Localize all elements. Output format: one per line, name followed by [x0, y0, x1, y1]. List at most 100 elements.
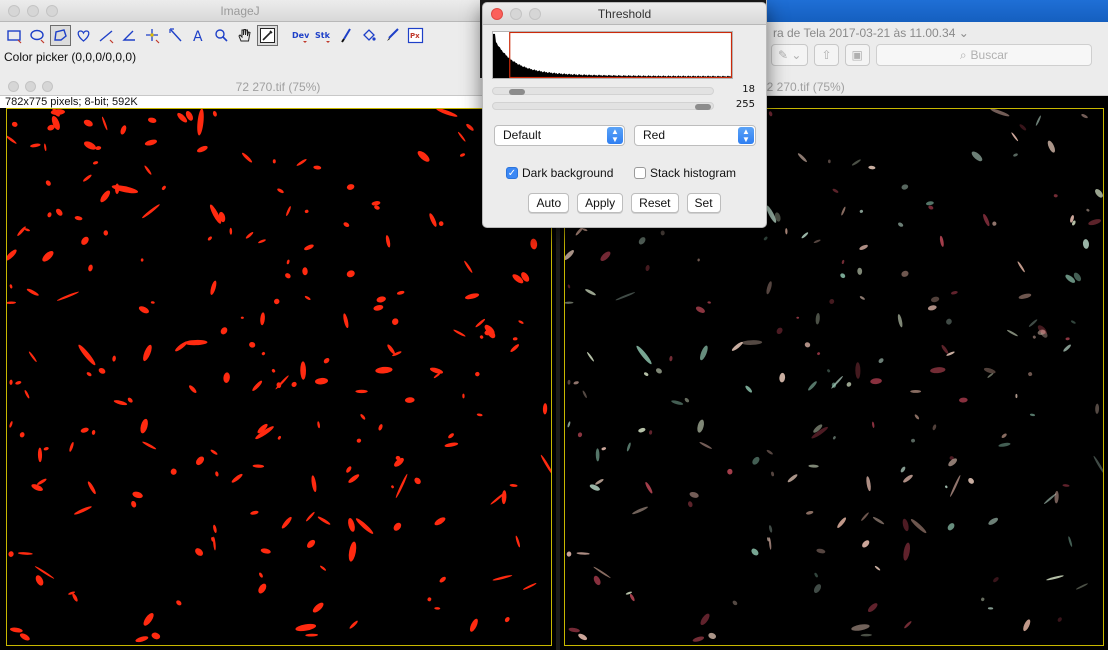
- thresholded-particle: [215, 471, 219, 477]
- share-button[interactable]: ⇧: [814, 44, 839, 66]
- thresholded-particle: [396, 290, 405, 295]
- dark-background-option[interactable]: ✓ Dark background: [506, 166, 613, 180]
- left-image-titlebar[interactable]: 72 270.tif (75%): [0, 78, 556, 96]
- rectangle-tool-icon[interactable]: [4, 25, 25, 46]
- thresholded-particle: [464, 260, 473, 273]
- color-picker-tool-icon[interactable]: [257, 24, 278, 46]
- oval-tool-icon[interactable]: [27, 25, 48, 46]
- set-button[interactable]: Set: [686, 193, 721, 213]
- fluorescent-particle: [817, 352, 821, 356]
- thresholded-particle: [213, 524, 217, 533]
- thresholded-particle: [313, 165, 322, 170]
- dark-background-checkbox[interactable]: ✓: [506, 167, 518, 179]
- toolbox-button[interactable]: ▣: [844, 44, 870, 66]
- flood-fill-tool-icon[interactable]: [359, 25, 380, 46]
- fluorescent-particle: [900, 466, 906, 473]
- text-tool-icon[interactable]: A: [188, 25, 209, 46]
- imagej-titlebar[interactable]: ImageJ: [0, 0, 480, 22]
- fluorescent-particle: [1018, 293, 1032, 299]
- thresholded-particle: [392, 318, 399, 325]
- thresholded-particle: [103, 230, 109, 236]
- thresholded-particle: [349, 620, 358, 629]
- point-tool-icon[interactable]: [142, 25, 163, 46]
- hand-tool-icon[interactable]: [234, 25, 255, 46]
- fluorescent-particle: [700, 613, 710, 626]
- thresholded-particle: [286, 259, 290, 265]
- max-threshold-slider[interactable]: 255: [492, 99, 755, 113]
- search-input[interactable]: ⌕ Buscar: [875, 44, 1092, 66]
- thresholded-particle: [395, 473, 408, 499]
- display-select[interactable]: Red ▲ ▼: [634, 125, 756, 146]
- thresholded-particle: [429, 367, 444, 374]
- freehand-tool-icon[interactable]: [73, 25, 94, 46]
- thresholded-particle: [9, 379, 13, 385]
- thresholded-particle: [258, 239, 266, 244]
- thresholded-particle: [84, 141, 96, 150]
- stack-menu-icon[interactable]: Stk: [313, 25, 334, 46]
- preview-toolbar: ✎ ⌄ ⇧ ▣ ⌕ Buscar: [771, 44, 1092, 66]
- min-slider-thumb[interactable]: [509, 89, 526, 95]
- max-threshold-value: 255: [735, 99, 755, 110]
- thresholded-particle: [9, 284, 13, 289]
- min-threshold-slider[interactable]: 18: [492, 84, 755, 98]
- thresholded-particle: [7, 135, 17, 144]
- apply-button[interactable]: Apply: [577, 193, 624, 213]
- auto-button[interactable]: Auto: [528, 193, 570, 213]
- method-select[interactable]: Default ▲ ▼: [494, 125, 625, 146]
- brush-tool-icon[interactable]: [336, 25, 357, 46]
- fluorescent-particle: [582, 390, 587, 399]
- fluorescent-particle: [1001, 433, 1007, 439]
- pencil-tool-icon[interactable]: [382, 25, 403, 46]
- fluorescent-particle: [1029, 413, 1036, 417]
- fluorescent-particle: [968, 477, 974, 484]
- threshold-titlebar[interactable]: Threshold: [483, 3, 766, 25]
- thresholded-particle: [453, 329, 466, 337]
- thresholded-image-canvas[interactable]: [6, 108, 552, 646]
- pixel-inspector-icon[interactable]: Px: [405, 25, 426, 46]
- min-slider-track[interactable]: [492, 87, 714, 95]
- thresholded-particle: [80, 427, 89, 433]
- developer-menu-icon[interactable]: Dev: [290, 25, 311, 46]
- wand-tool-icon[interactable]: [165, 25, 186, 46]
- fluorescent-particle: [601, 447, 607, 451]
- max-slider-track[interactable]: [492, 102, 714, 110]
- stack-histogram-checkbox[interactable]: [634, 167, 646, 179]
- thresholded-particle: [429, 213, 437, 227]
- fluorescent-particle: [779, 372, 786, 383]
- line-tool-icon[interactable]: [96, 25, 117, 46]
- thresholded-particle: [504, 617, 510, 623]
- max-slider-thumb[interactable]: [695, 104, 711, 110]
- angle-tool-icon[interactable]: [119, 25, 140, 46]
- thresholded-particle: [348, 474, 360, 483]
- select-arrows-icon: ▲ ▼: [607, 127, 623, 144]
- status-text: Color picker (0,0,0/0,0,0): [4, 50, 137, 64]
- magnifier-tool-icon[interactable]: [211, 25, 232, 46]
- preview-titlebar[interactable]: [767, 0, 1108, 22]
- thresholded-particle: [250, 510, 259, 515]
- thresholded-particle: [127, 397, 133, 403]
- fluorescent-particle: [741, 340, 763, 345]
- thresholded-particle: [393, 522, 402, 531]
- reset-button[interactable]: Reset: [631, 193, 679, 213]
- fluorescent-particle: [815, 312, 820, 325]
- fluorescent-particle: [928, 205, 934, 210]
- fluorescent-particle: [941, 344, 949, 354]
- thresholded-particle: [245, 231, 254, 239]
- thresholded-particle: [87, 481, 96, 495]
- thresholded-particle: [78, 344, 96, 366]
- fluorescent-particle: [1013, 153, 1018, 157]
- polygon-tool-icon[interactable]: [50, 24, 71, 46]
- fluorescent-particle: [568, 627, 580, 633]
- fluorescent-particle: [898, 222, 904, 227]
- markup-button[interactable]: ✎ ⌄: [771, 44, 809, 66]
- thresholded-particle: [438, 221, 444, 227]
- thresholded-particle: [376, 296, 386, 303]
- thresholded-particle: [295, 623, 317, 632]
- fluorescent-particle: [930, 367, 946, 374]
- thresholded-particle: [277, 435, 281, 440]
- thresholded-particle: [88, 264, 93, 272]
- threshold-buttons: Auto Apply Reset Set: [483, 193, 766, 213]
- thresholded-particle: [515, 535, 521, 548]
- stack-histogram-option[interactable]: Stack histogram: [634, 166, 736, 180]
- thresholded-particle: [72, 593, 78, 602]
